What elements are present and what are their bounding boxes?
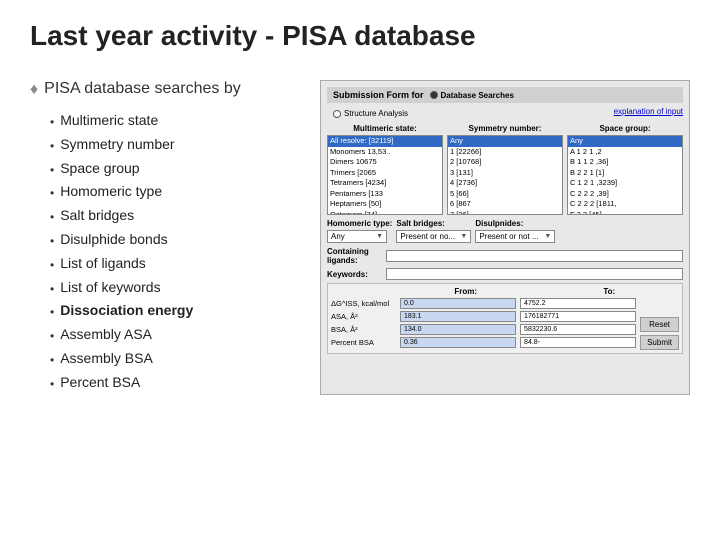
bullet-dot: •	[50, 279, 54, 299]
left-panel: ♦ PISA database searches by •Multimeric …	[30, 80, 310, 395]
energy-row-2: BSA, Å²	[331, 324, 636, 335]
multimeric-item-6[interactable]: Heptamers [50]	[328, 199, 442, 210]
energy-row-0: ΔG^ISS, kcal/mol	[331, 298, 636, 309]
diamond-icon: ♦	[30, 81, 38, 99]
symmetry-item-1[interactable]: 1 [22266]	[448, 147, 562, 158]
bullet-dot: •	[50, 255, 54, 275]
spacegroup-item-7[interactable]: F 2 2 [45]	[568, 210, 682, 216]
multimeric-item-5[interactable]: Pentamers [133	[328, 189, 442, 200]
multimeric-item-3[interactable]: Trimers [2065	[328, 168, 442, 179]
multimeric-column: Multimeric state: All resolve: [32119] M…	[327, 124, 443, 215]
bullet-dot: •	[50, 112, 54, 132]
slide: Last year activity - PISA database ♦ PIS…	[0, 0, 720, 540]
content-area: ♦ PISA database searches by •Multimeric …	[30, 80, 690, 395]
list-columns-section: Multimeric state: All resolve: [32119] M…	[327, 124, 683, 215]
database-search-radio[interactable]: Database Searches	[430, 91, 514, 100]
multimeric-item-1[interactable]: Monomers 13,53..	[328, 147, 442, 158]
list-item: •Percent BSA	[50, 371, 310, 395]
multimeric-item-2[interactable]: Dimers 10675	[328, 157, 442, 168]
right-panel: Submission Form for Database Searches St…	[320, 80, 690, 395]
action-buttons: Reset Submit	[640, 317, 679, 350]
form-title-bar: Submission Form for Database Searches	[327, 87, 683, 103]
list-item: •List of ligands	[50, 252, 310, 276]
symmetry-item-4[interactable]: 4 [2736]	[448, 178, 562, 189]
symmetry-item-3[interactable]: 3 [131]	[448, 168, 562, 179]
bullet-dot: •	[50, 374, 54, 394]
bullet-dot: •	[50, 302, 54, 322]
keywords-row: Keywords:	[327, 268, 683, 280]
bullet-list: •Multimeric state •Symmetry number •Spac…	[50, 109, 310, 395]
ligands-row: Containing ligands:	[327, 247, 683, 265]
keywords-input[interactable]	[386, 268, 683, 280]
bullet-dot: •	[50, 207, 54, 227]
multimeric-item-0[interactable]: All resolve: [32119]	[328, 136, 442, 147]
list-item: •Salt bridges	[50, 204, 310, 228]
list-item: •Multimeric state	[50, 109, 310, 133]
list-item: •List of keywords	[50, 276, 310, 300]
submit-button[interactable]: Submit	[640, 335, 679, 350]
energy-row-1: ASA, Å²	[331, 311, 636, 322]
dropdown-arrow-icon: ▼	[544, 233, 551, 240]
energy-row-3: Percent BSA	[331, 337, 636, 348]
energy-to-3[interactable]	[520, 337, 636, 348]
symmetry-listbox[interactable]: Any 1 [22266] 2 [10768] 3 [131] 4 [2736]…	[447, 135, 563, 215]
list-item: •Homomeric type	[50, 180, 310, 204]
spacegroup-listbox[interactable]: Any A 1 2 1 ,2 B 1 1 2 ,36] B 2 2 1 [1] …	[567, 135, 683, 215]
bullet-dot: •	[50, 183, 54, 203]
explain-link[interactable]: explanation of input	[614, 107, 683, 116]
structure-analysis-radio[interactable]: Structure Analysis	[333, 109, 408, 118]
energy-rows-container: ΔG^ISS, kcal/mol ASA, Å² BSA, Å²	[331, 298, 679, 350]
ligands-input[interactable]	[386, 250, 683, 262]
main-bullet: ♦ PISA database searches by	[30, 80, 310, 99]
bullet-dot: •	[50, 326, 54, 346]
multimeric-item-4[interactable]: Tetramers [4234]	[328, 178, 442, 189]
symmetry-item-7[interactable]: 7 [26]	[448, 210, 562, 216]
bullet-dot: •	[50, 231, 54, 251]
symmetry-item-6[interactable]: 6 [867	[448, 199, 562, 210]
energy-rows: ΔG^ISS, kcal/mol ASA, Å² BSA, Å²	[331, 298, 636, 350]
spacegroup-item-6[interactable]: C 2 2 2 [1811,	[568, 199, 682, 210]
page-title: Last year activity - PISA database	[30, 20, 690, 60]
from-to-header: From: To:	[396, 287, 679, 296]
spacegroup-item-2[interactable]: B 1 1 2 ,36]	[568, 157, 682, 168]
energy-to-2[interactable]	[520, 324, 636, 335]
spacegroup-item-3[interactable]: B 2 2 1 [1]	[568, 168, 682, 179]
radio-selected-icon	[430, 91, 438, 99]
salt-dropdown[interactable]: Present or no... ▼	[396, 230, 471, 243]
bullet-dot: •	[50, 136, 54, 156]
reset-button[interactable]: Reset	[640, 317, 679, 332]
symmetry-item-5[interactable]: 5 [66]	[448, 189, 562, 200]
spacegroup-item-1[interactable]: A 1 2 1 ,2	[568, 147, 682, 158]
bullet-dot: •	[50, 160, 54, 180]
symmetry-column: Symmetry number: Any 1 [22266] 2 [10768]…	[447, 124, 563, 215]
dropdown-arrow-icon: ▼	[376, 233, 383, 240]
bullet-dot: •	[50, 350, 54, 370]
multimeric-listbox[interactable]: All resolve: [32119] Monomers 13,53.. Di…	[327, 135, 443, 215]
energy-from-2[interactable]	[400, 324, 516, 335]
dropdown-arrow-icon: ▼	[460, 233, 467, 240]
list-item: •Dissociation energy	[50, 299, 310, 323]
homomeric-section: Homomeric type: Any ▼ Salt bridges: Pres…	[327, 219, 683, 243]
spacegroup-item-4[interactable]: C 1 2 1 ,3239]	[568, 178, 682, 189]
spacegroup-item-0[interactable]: Any	[568, 136, 682, 147]
spacegroup-item-5[interactable]: C 2 2 2 ,39]	[568, 189, 682, 200]
energy-from-3[interactable]	[400, 337, 516, 348]
energy-section: From: To: ΔG^ISS, kcal/mol ASA, Å²	[327, 283, 683, 354]
homomeric-dropdown[interactable]: Any ▼	[327, 230, 387, 243]
energy-to-1[interactable]	[520, 311, 636, 322]
list-item: •Disulphide bonds	[50, 228, 310, 252]
symmetry-item-0[interactable]: Any	[448, 136, 562, 147]
list-item: •Space group	[50, 157, 310, 181]
multimeric-item-7[interactable]: Octamers [74]	[328, 210, 442, 216]
energy-from-0[interactable]	[400, 298, 516, 309]
spacegroup-column: Space group: Any A 1 2 1 ,2 B 1 1 2 ,36]…	[567, 124, 683, 215]
list-item: •Symmetry number	[50, 133, 310, 157]
disulphide-dropdown[interactable]: Present or not ... ▼	[475, 230, 555, 243]
list-item: •Assembly ASA	[50, 323, 310, 347]
symmetry-item-2[interactable]: 2 [10768]	[448, 157, 562, 168]
radio-unselected-icon	[333, 110, 341, 118]
energy-from-1[interactable]	[400, 311, 516, 322]
list-item: •Assembly BSA	[50, 347, 310, 371]
energy-to-0[interactable]	[520, 298, 636, 309]
